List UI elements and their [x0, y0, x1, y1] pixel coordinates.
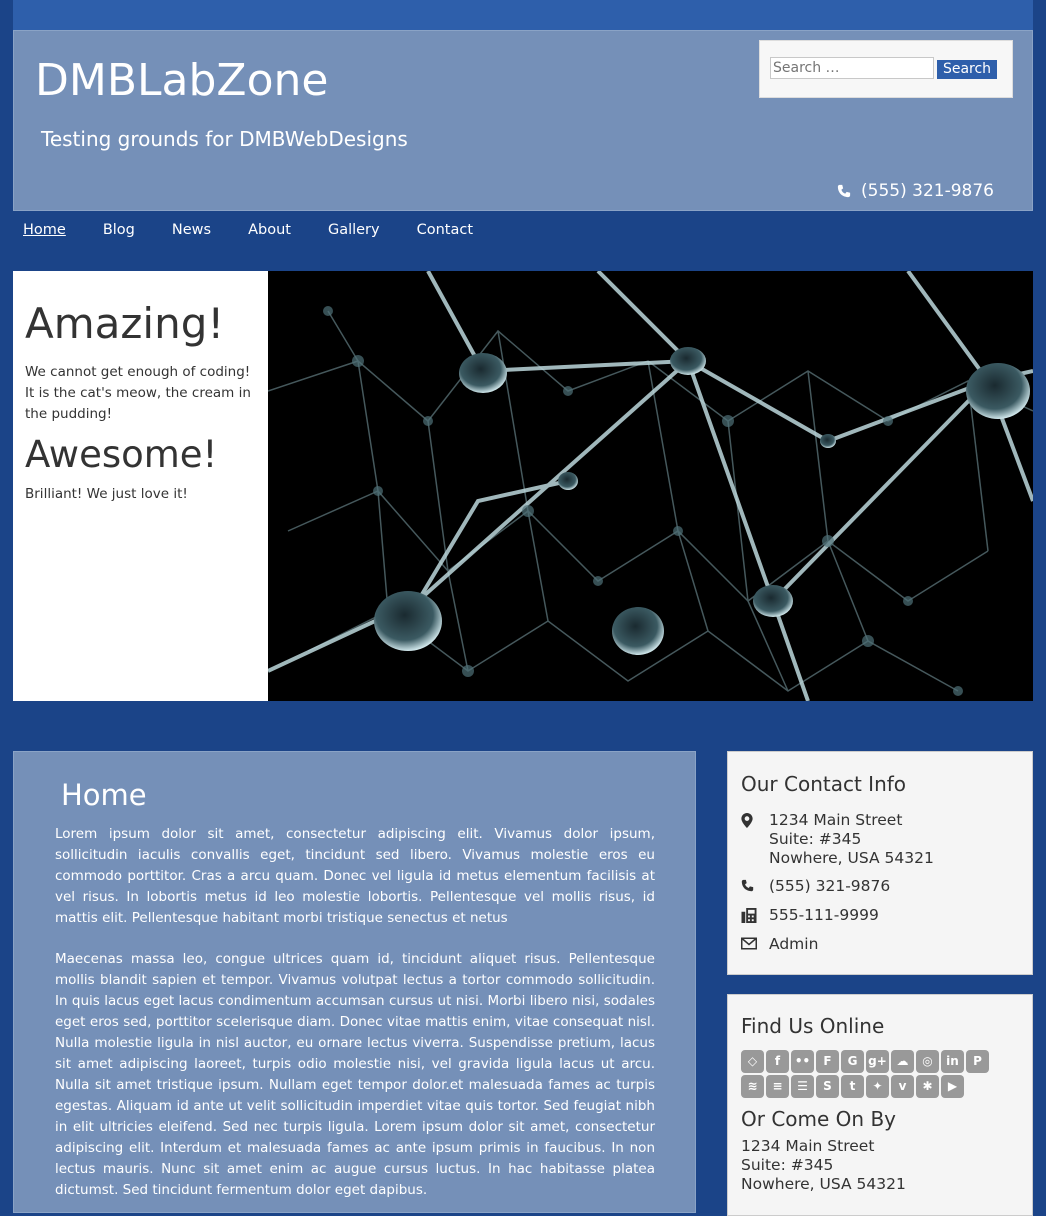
flickr-icon[interactable]: ••	[791, 1050, 814, 1073]
hero-text-amazing: We cannot get enough of coding! It is th…	[25, 364, 251, 422]
hero-neurons-image	[268, 271, 1033, 701]
main-content: Home Lorem ipsum dolor sit amet, consect…	[13, 751, 696, 1213]
site-tagline: Testing grounds for DMBWebDesigns	[41, 127, 408, 151]
site-title[interactable]: DMBLabZone	[35, 55, 328, 106]
contact-fax-number: 555-111-9999	[769, 906, 879, 924]
stumbleupon-icon[interactable]: S	[816, 1075, 839, 1098]
search-button[interactable]: Search	[937, 60, 997, 79]
contact-info-widget: Our Contact Info 1234 Main Street Suite:…	[727, 751, 1033, 975]
contact-fax: 555-111-9999	[741, 906, 879, 925]
tumblr-icon[interactable]: t	[841, 1075, 864, 1098]
pinterest-icon[interactable]: P	[966, 1050, 989, 1073]
contact-email-link[interactable]: Admin	[769, 935, 818, 954]
come-by-address-line3: Nowhere, USA 54321	[741, 1175, 906, 1193]
contact-phone: (555) 321-9876	[741, 877, 890, 896]
nav-contact[interactable]: Contact	[417, 210, 473, 250]
search-input[interactable]	[770, 57, 934, 79]
header-phone-number: (555) 321-9876	[861, 181, 994, 201]
github-icon[interactable]: G	[841, 1050, 864, 1073]
youtube-icon[interactable]: ▶	[941, 1075, 964, 1098]
linkedin-icon[interactable]: in	[941, 1050, 964, 1073]
hero-text-awesome: Brilliant! We just love it!	[25, 486, 188, 502]
phone-icon	[837, 184, 851, 198]
nav-gallery[interactable]: Gallery	[328, 210, 380, 250]
contact-address-line1: 1234 Main Street	[769, 811, 903, 829]
fax-icon	[741, 908, 757, 923]
come-by-address-line1: 1234 Main Street	[741, 1137, 875, 1155]
contact-info-title: Our Contact Info	[741, 772, 907, 796]
top-bar	[13, 0, 1033, 30]
come-by-title: Or Come On By	[741, 1107, 896, 1131]
rss-icon[interactable]: ≋	[741, 1075, 764, 1098]
search-widget: Search	[759, 40, 1013, 98]
facebook-icon[interactable]: f	[766, 1050, 789, 1073]
twitter-icon[interactable]: ✦	[866, 1075, 889, 1098]
cloud-icon[interactable]: ☁	[891, 1050, 914, 1073]
nav-home[interactable]: Home	[23, 210, 66, 250]
nav-blog[interactable]: Blog	[103, 210, 135, 250]
stack-exchange-icon[interactable]: ≡	[766, 1075, 789, 1098]
contact-address-line3: Nowhere, USA 54321	[769, 849, 934, 867]
google-plus-icon[interactable]: g+	[866, 1050, 889, 1073]
find-us-widget: Find Us Online ◇ f •• F G g+ ☁ ◎ in P ≋ …	[727, 994, 1033, 1216]
nav-about[interactable]: About	[248, 210, 291, 250]
content-paragraph-1: Lorem ipsum dolor sit amet, consectetur …	[55, 826, 655, 926]
hero-heading-awesome: Awesome!	[25, 433, 218, 476]
vimeo-icon[interactable]: v	[891, 1075, 914, 1098]
find-us-title: Find Us Online	[741, 1014, 885, 1038]
content-paragraph-2: Maecenas massa leo, congue ultrices quam…	[55, 951, 655, 1198]
codepen-icon[interactable]: ◇	[741, 1050, 764, 1073]
contact-phone-number[interactable]: (555) 321-9876	[769, 877, 890, 896]
stack-overflow-icon[interactable]: ☰	[791, 1075, 814, 1098]
yelp-icon[interactable]: ✱	[916, 1075, 939, 1098]
social-icons: ◇ f •• F G g+ ☁ ◎ in P ≋ ≡ ☰ S t ✦ v ✱ ▶	[741, 1050, 1011, 1098]
envelope-icon	[741, 937, 757, 950]
nav-news[interactable]: News	[172, 210, 211, 250]
instagram-icon[interactable]: ◎	[916, 1050, 939, 1073]
site-header: DMBLabZone Testing grounds for DMBWebDes…	[13, 30, 1033, 211]
contact-address-line2: Suite: #345	[769, 830, 862, 848]
contact-address: 1234 Main Street Suite: #345 Nowhere, US…	[741, 811, 934, 868]
hero-text-panel: Amazing! We cannot get enough of coding!…	[13, 271, 268, 701]
come-by-address: 1234 Main Street Suite: #345 Nowhere, US…	[741, 1137, 906, 1194]
come-by-address-line2: Suite: #345	[741, 1156, 834, 1174]
header-phone: (555) 321-9876	[837, 181, 994, 201]
phone-icon	[741, 879, 754, 892]
page-title: Home	[61, 778, 147, 812]
map-marker-icon	[741, 813, 753, 828]
hero-heading-amazing: Amazing!	[25, 299, 225, 348]
main-nav: Home Blog News About Gallery Contact	[13, 210, 500, 250]
foursquare-icon[interactable]: F	[816, 1050, 839, 1073]
contact-email: Admin	[741, 935, 818, 954]
